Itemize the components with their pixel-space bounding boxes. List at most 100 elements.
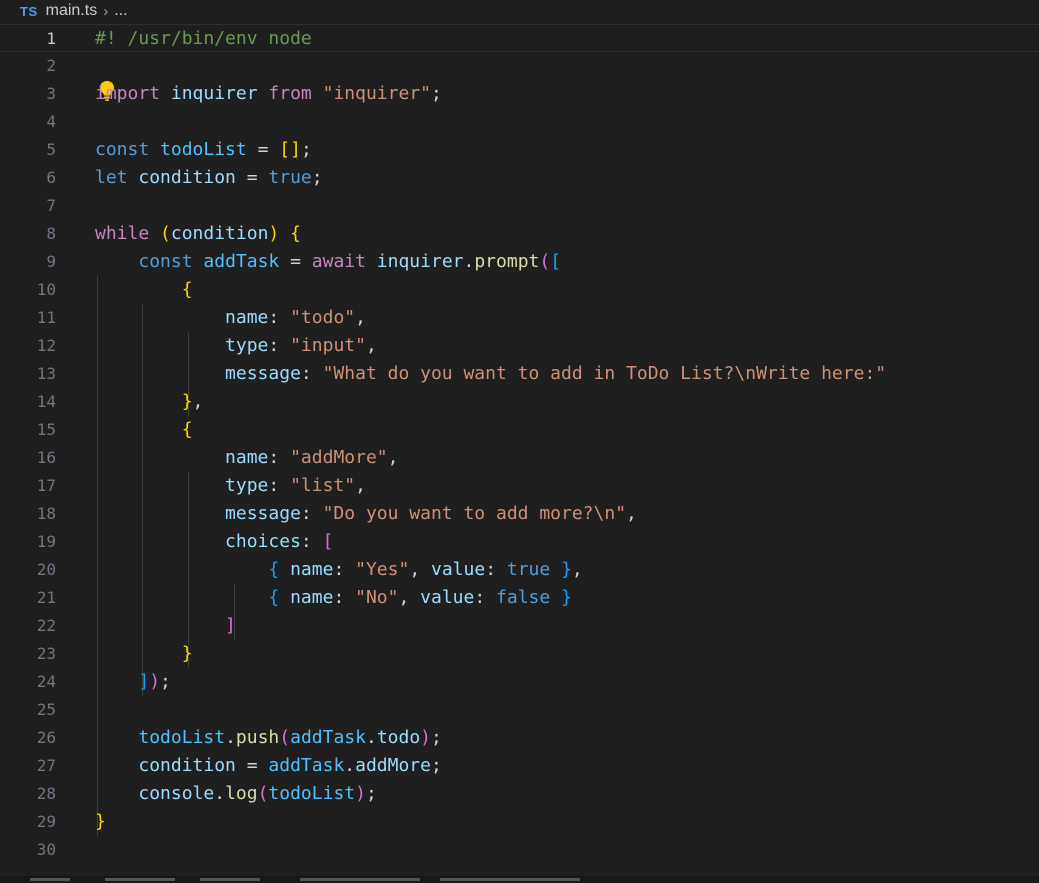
code-token: type: [225, 475, 269, 496]
code-token: from: [268, 83, 312, 104]
code-line[interactable]: 20 { name: "Yes", value: true },: [0, 556, 1039, 584]
code-token: }: [181, 391, 193, 412]
code-token: message: [225, 363, 301, 384]
code-line[interactable]: 28 console.log(todoList);: [0, 780, 1039, 808]
line-number: 19: [36, 532, 56, 551]
code-token: await: [311, 251, 366, 272]
code-token: ,: [626, 503, 637, 524]
code-line[interactable]: 23 }: [0, 640, 1039, 668]
code-token: value: [420, 587, 475, 608]
code-line[interactable]: 2: [0, 52, 1039, 80]
code-line[interactable]: 18 message: "Do you want to add more?\n"…: [0, 500, 1039, 528]
code-line[interactable]: 8 while (condition) {: [0, 220, 1039, 248]
code-line[interactable]: 9 const addTask = await inquirer.prompt(…: [0, 248, 1039, 276]
line-number: 11: [36, 308, 56, 327]
line-number: 6: [46, 168, 56, 187]
code-text: const addTask = await inquirer.prompt([: [95, 248, 561, 276]
code-token: "No": [355, 587, 399, 608]
code-token: "addMore": [290, 447, 388, 468]
code-line[interactable]: 25: [0, 696, 1039, 724]
code-token: ): [420, 727, 432, 748]
code-token: name: [290, 587, 334, 608]
code-token: :: [333, 559, 356, 580]
code-token: value: [431, 559, 486, 580]
code-line[interactable]: 14 },: [0, 388, 1039, 416]
code-token: [: [550, 251, 562, 272]
code-text: todoList.push(addTask.todo);: [95, 724, 442, 752]
code-token: condition: [138, 755, 236, 776]
code-line[interactable]: 10 {: [0, 276, 1039, 304]
code-token: .: [344, 755, 356, 776]
line-number: 29: [36, 812, 56, 831]
code-line[interactable]: 29}: [0, 808, 1039, 836]
code-line[interactable]: 13 message: "What do you want to add in …: [0, 360, 1039, 388]
code-text: while (condition) {: [95, 220, 301, 248]
code-line[interactable]: 21 { name: "No", value: false }: [0, 584, 1039, 612]
code-line[interactable]: 1 #! /usr/bin/env node: [0, 24, 1039, 52]
code-token: }: [181, 643, 193, 664]
code-line[interactable]: 4: [0, 108, 1039, 136]
code-token: let: [95, 167, 128, 188]
code-line[interactable]: 6 let condition = true;: [0, 164, 1039, 192]
breadcrumb-file[interactable]: main.ts: [46, 2, 98, 20]
code-text: {: [95, 276, 193, 304]
line-number: 4: [46, 112, 56, 131]
code-text: ]: [95, 612, 236, 640]
code-line[interactable]: 12 type: "input",: [0, 332, 1039, 360]
code-token: :: [268, 335, 291, 356]
line-number: 26: [36, 728, 56, 747]
code-text: { name: "No", value: false }: [95, 584, 572, 612]
code-line[interactable]: 7: [0, 192, 1039, 220]
status-bar: [0, 876, 1039, 883]
code-line[interactable]: 27 condition = addTask.addMore;: [0, 752, 1039, 780]
code-token: (: [539, 251, 551, 272]
code-line[interactable]: 17 type: "list",: [0, 472, 1039, 500]
typescript-file-icon: TS: [20, 3, 38, 19]
code-token: const: [95, 139, 150, 160]
code-token: =: [279, 251, 312, 272]
line-number: 20: [36, 560, 56, 579]
code-token: ): [149, 671, 161, 692]
code-line[interactable]: 26 todoList.push(addTask.todo);: [0, 724, 1039, 752]
code-token: "input": [290, 335, 366, 356]
code-line[interactable]: 24 ]);: [0, 668, 1039, 696]
code-token: .: [365, 727, 377, 748]
line-number: 12: [36, 336, 56, 355]
code-token: }: [561, 587, 572, 608]
breadcrumb-symbols[interactable]: ...: [114, 2, 127, 20]
code-line[interactable]: 16 name: "addMore",: [0, 444, 1039, 472]
code-text: },: [95, 388, 204, 416]
code-token: :: [268, 307, 291, 328]
code-text: condition = addTask.addMore;: [95, 752, 442, 780]
code-line[interactable]: 5 const todoList = [];: [0, 136, 1039, 164]
code-token: (: [279, 727, 291, 748]
code-line[interactable]: 22 ]: [0, 612, 1039, 640]
code-token: :: [268, 447, 291, 468]
code-line[interactable]: 11 name: "todo",: [0, 304, 1039, 332]
code-token: :: [300, 503, 323, 524]
code-token: ;: [365, 783, 377, 804]
code-token: {: [268, 587, 280, 608]
code-token: ;: [430, 755, 442, 776]
code-text: name: "addMore",: [95, 444, 398, 472]
line-number: 14: [36, 392, 56, 411]
code-line[interactable]: 30: [0, 836, 1039, 864]
code-editor[interactable]: 1 #! /usr/bin/env node 2 3 import inquirer f…: [0, 24, 1039, 876]
code-line[interactable]: 15 {: [0, 416, 1039, 444]
code-text: type: "input",: [95, 332, 377, 360]
code-line[interactable]: 19 choices: [: [0, 528, 1039, 556]
code-line[interactable]: 3 import inquirer from "inquirer";: [0, 80, 1039, 108]
code-token: :: [300, 531, 323, 552]
